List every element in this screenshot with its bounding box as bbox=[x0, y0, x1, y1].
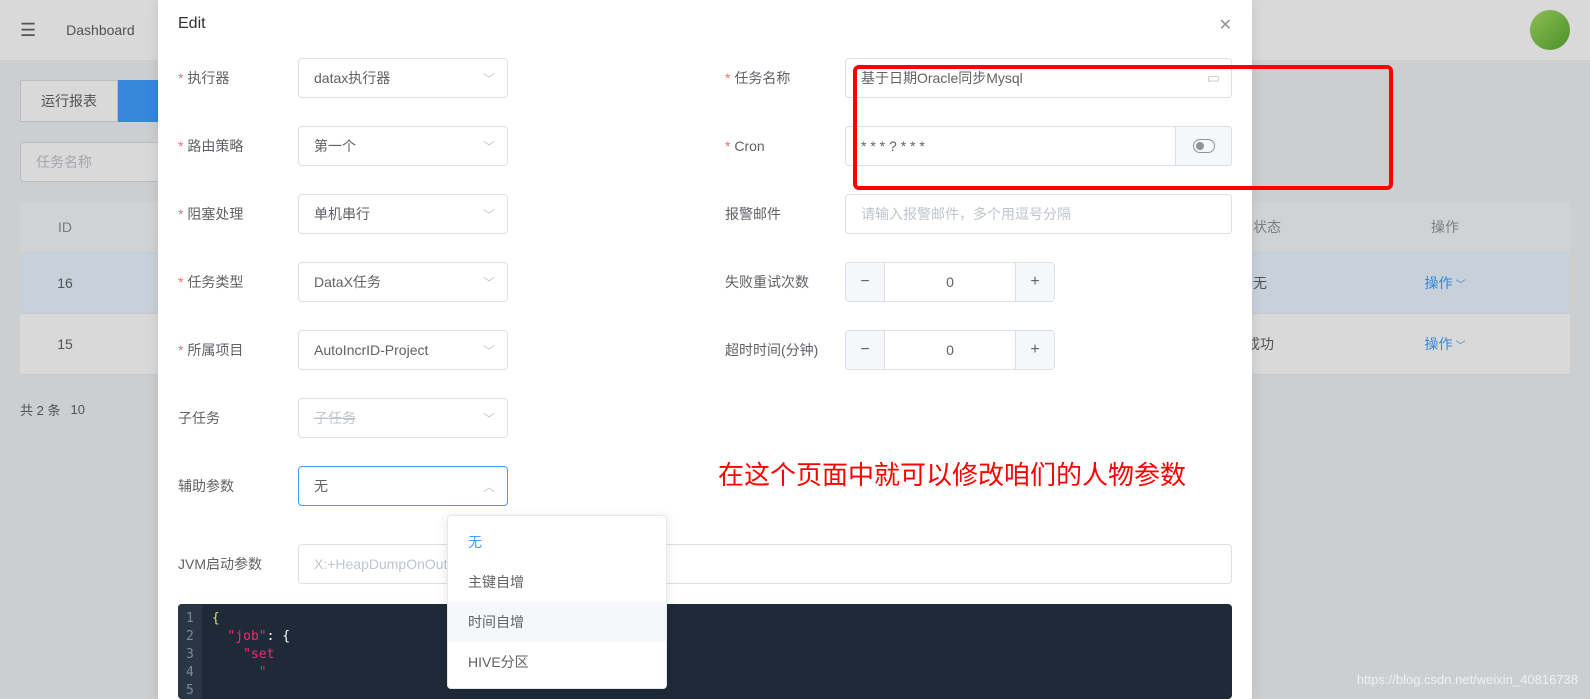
field-cron bbox=[845, 126, 1232, 166]
row-timeout: 超时时间(分钟) − 0 + bbox=[725, 330, 1232, 370]
label-task-type: 任务类型 bbox=[178, 272, 298, 292]
chevron-down-icon: ﹀ bbox=[483, 410, 495, 427]
increase-button[interactable]: + bbox=[1015, 262, 1055, 302]
field-route: 第一个 ﹀ bbox=[298, 126, 685, 166]
field-project: AutoIncrID-Project ﹀ bbox=[298, 330, 685, 370]
chevron-down-icon: ﹀ bbox=[483, 274, 495, 291]
dropdown-option-none[interactable]: 无 bbox=[448, 522, 666, 562]
dropdown-option-hive[interactable]: HIVE分区 bbox=[448, 642, 666, 682]
annotation-text: 在这个页面中就可以修改咱们的人物参数 bbox=[718, 455, 1186, 492]
label-route: 路由策略 bbox=[178, 136, 298, 156]
field-timeout: − 0 + bbox=[845, 330, 1232, 370]
field-task-name: ▭ bbox=[845, 58, 1232, 98]
alarm-input[interactable] bbox=[845, 194, 1232, 234]
label-retry: 失败重试次数 bbox=[725, 272, 845, 292]
field-retry: − 0 + bbox=[845, 262, 1232, 302]
row-retry: 失败重试次数 − 0 + bbox=[725, 262, 1232, 302]
chevron-down-icon: ﹀ bbox=[483, 138, 495, 155]
row-route: 路由策略 第一个 ﹀ bbox=[178, 126, 685, 166]
row-block: 阻塞处理 单机串行 ﹀ bbox=[178, 194, 685, 234]
row-project: 所属项目 AutoIncrID-Project ﹀ bbox=[178, 330, 685, 370]
label-executor: 执行器 bbox=[178, 68, 298, 88]
modal-header: Edit ✕ bbox=[158, 0, 1252, 48]
card-icon: ▭ bbox=[1207, 70, 1220, 87]
label-alarm: 报警邮件 bbox=[725, 204, 845, 224]
close-icon[interactable]: ✕ bbox=[1219, 15, 1232, 35]
label-jvm: JVM启动参数 bbox=[178, 554, 298, 574]
left-column: 执行器 datax执行器 ﹀ 路由策略 第一个 ﹀ bbox=[178, 58, 685, 534]
task-type-select[interactable]: DataX任务 ﹀ bbox=[298, 262, 508, 302]
aux-select[interactable]: 无 ︿ bbox=[298, 466, 508, 506]
retry-value[interactable]: 0 bbox=[885, 262, 1015, 302]
field-block: 单机串行 ﹀ bbox=[298, 194, 685, 234]
modal-title: Edit bbox=[178, 15, 206, 32]
block-select[interactable]: 单机串行 ﹀ bbox=[298, 194, 508, 234]
field-executor: datax执行器 ﹀ bbox=[298, 58, 685, 98]
timeout-value[interactable]: 0 bbox=[885, 330, 1015, 370]
label-timeout: 超时时间(分钟) bbox=[725, 340, 845, 360]
field-aux: 无 ︿ bbox=[298, 466, 685, 506]
aux-dropdown: 无 主键自增 时间自增 HIVE分区 bbox=[447, 515, 667, 689]
subtask-select[interactable]: 子任务 ﹀ bbox=[298, 398, 508, 438]
executor-select[interactable]: datax执行器 ﹀ bbox=[298, 58, 508, 98]
field-alarm bbox=[845, 194, 1232, 234]
dropdown-option-time[interactable]: 时间自增 bbox=[448, 602, 666, 642]
row-task-name: 任务名称 ▭ bbox=[725, 58, 1232, 98]
chevron-up-icon: ︿ bbox=[483, 478, 495, 495]
row-cron: Cron bbox=[725, 126, 1232, 166]
row-subtask: 子任务 子任务 ﹀ bbox=[178, 398, 685, 438]
code-gutter: 1 2 3 4 5 bbox=[178, 604, 202, 699]
jvm-input[interactable]: X:+HeapDumpOnOutOfMemoryError bbox=[298, 544, 1232, 584]
dropdown-option-pk[interactable]: 主键自增 bbox=[448, 562, 666, 602]
chevron-down-icon: ﹀ bbox=[483, 206, 495, 223]
label-aux: 辅助参数 bbox=[178, 476, 298, 496]
label-block: 阻塞处理 bbox=[178, 204, 298, 224]
chevron-down-icon: ﹀ bbox=[483, 342, 495, 359]
decrease-button[interactable]: − bbox=[845, 262, 885, 302]
json-editor[interactable]: 1 2 3 4 5 { "job": { "set " bbox=[178, 604, 1232, 699]
decrease-button[interactable]: − bbox=[845, 330, 885, 370]
timeout-stepper: − 0 + bbox=[845, 330, 1055, 370]
edit-modal: Edit ✕ 执行器 datax执行器 ﹀ 路由策略 第一个 ﹀ bbox=[158, 0, 1252, 699]
cron-toggle-button[interactable] bbox=[1176, 126, 1232, 166]
field-task-type: DataX任务 ﹀ bbox=[298, 262, 685, 302]
task-name-input[interactable] bbox=[845, 58, 1232, 98]
row-alarm: 报警邮件 bbox=[725, 194, 1232, 234]
field-subtask: 子任务 ﹀ bbox=[298, 398, 685, 438]
cron-input[interactable] bbox=[845, 126, 1176, 166]
project-select[interactable]: AutoIncrID-Project ﹀ bbox=[298, 330, 508, 370]
label-task-name: 任务名称 bbox=[725, 68, 845, 88]
route-select[interactable]: 第一个 ﹀ bbox=[298, 126, 508, 166]
watermark: https://blog.csdn.net/weixin_40816738 bbox=[1357, 672, 1578, 687]
toggle-icon bbox=[1193, 139, 1215, 153]
row-executor: 执行器 datax执行器 ﹀ bbox=[178, 58, 685, 98]
row-task-type: 任务类型 DataX任务 ﹀ bbox=[178, 262, 685, 302]
retry-stepper: − 0 + bbox=[845, 262, 1055, 302]
label-project: 所属项目 bbox=[178, 340, 298, 360]
increase-button[interactable]: + bbox=[1015, 330, 1055, 370]
code-content: { "job": { "set " bbox=[202, 604, 300, 699]
label-subtask: 子任务 bbox=[178, 408, 298, 428]
row-jvm: JVM启动参数 X:+HeapDumpOnOutOfMemoryError bbox=[178, 544, 1232, 584]
row-aux: 辅助参数 无 ︿ bbox=[178, 466, 685, 506]
label-cron: Cron bbox=[725, 138, 845, 154]
chevron-down-icon: ﹀ bbox=[483, 70, 495, 87]
